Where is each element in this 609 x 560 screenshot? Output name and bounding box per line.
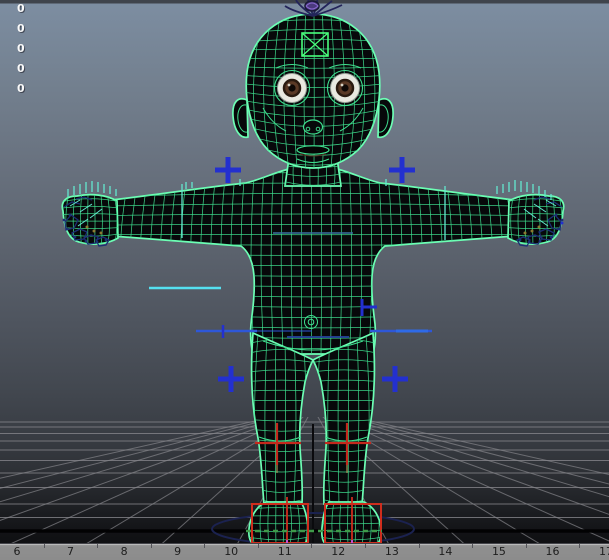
frame-label: 15 [491,545,506,558]
frame-tick [311,544,313,548]
frame-tick [257,544,259,548]
viewport-top-border [0,0,609,4]
mesh-torso [111,168,515,355]
frame-label: 7 [67,545,75,558]
mesh-legL [250,331,315,505]
scene-canvas[interactable] [0,0,609,560]
frame-tick [97,544,99,548]
frame-tick [525,544,527,548]
frame-label: 10 [224,545,239,558]
mesh-handR [507,193,565,245]
frame-tick [579,544,581,548]
frame-tick [150,544,152,548]
ik-handle-plus-icon[interactable] [382,366,408,392]
frame-tick [365,544,366,548]
frame-label: 9 [174,545,182,558]
frame-label: 11 [277,545,292,558]
maya-perspective-viewport[interactable]: 0 0 0 0 0 6 7 8 9 10 11 12 13 14 15 16 1… [0,0,609,560]
frame-tick [43,544,45,548]
ik-handle-plus-icon[interactable] [218,366,244,392]
frame-tick [204,544,206,548]
frame-label: 13 [384,545,399,558]
frame-label: 12 [331,545,346,558]
mesh-legR [311,331,376,505]
frame-tick [472,544,474,548]
frame-tick [418,544,420,548]
nose [302,119,324,135]
hud-value: 0 [17,2,25,15]
hud-value: 0 [17,42,25,55]
frame-label: 16 [545,545,560,558]
ik-handle-plus-icon[interactable] [215,157,241,183]
hud-value: 0 [17,82,25,95]
frame-label: 6 [13,545,21,558]
frame-label: 14 [438,545,453,558]
character-wireframe[interactable] [59,10,565,548]
ik-handle-plus-icon[interactable] [389,157,415,183]
time-slider[interactable]: 6 7 8 9 10 11 12 13 14 15 16 17 [0,543,609,560]
frame-label: 8 [120,545,128,558]
mesh-head [245,13,381,169]
frame-label: 17 [599,545,609,558]
hud-value: 0 [17,22,25,35]
mouth [296,145,330,155]
hud-value: 0 [17,62,25,75]
